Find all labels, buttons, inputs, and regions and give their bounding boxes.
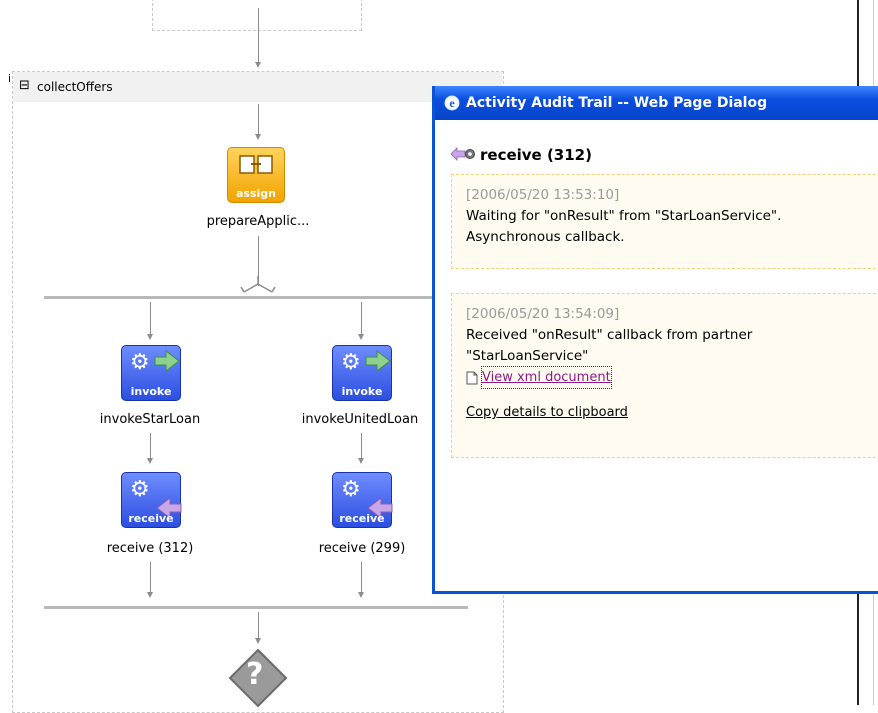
invoke-icon-label: invoke (341, 385, 383, 398)
assign-icon-label: assign (236, 187, 276, 200)
copy-details-link[interactable]: Copy details to clipboard (466, 405, 628, 420)
gear-icon: ⚙ (130, 350, 150, 375)
connector (361, 433, 362, 459)
invoke-activity-icon[interactable]: ⚙ invoke (121, 345, 181, 401)
entry-timestamp: [2006/05/20 13:53:10] (466, 187, 620, 203)
gear-icon: ⚙ (341, 350, 361, 375)
collapse-icon[interactable]: ⊟ (19, 79, 30, 92)
previous-activity-box (152, 0, 362, 31)
flow-split-bar (44, 296, 468, 299)
connector (361, 562, 362, 594)
receive-activity-icon[interactable]: ⚙ receive (121, 472, 182, 528)
dialog-titlebar[interactable]: e Activity Audit Trail -- Web Page Dialo… (435, 86, 878, 120)
entry-text: Received "onResult" callback from partne… (466, 327, 753, 343)
invoke-icon-label: invoke (130, 385, 172, 398)
dialog-heading: receive (312) (480, 146, 592, 164)
activity-label-invokeunitedloan[interactable]: invokeUnitedLoan (290, 412, 430, 427)
connector-arrow (255, 134, 261, 140)
connector-arrow (255, 62, 261, 68)
activity-label-invokestarloan[interactable]: invokeStarLoan (80, 412, 220, 427)
outbound-arrow-icon (365, 350, 391, 372)
connector (150, 302, 151, 335)
scope-title[interactable]: collectOffers (37, 80, 113, 94)
ie-icon: e (444, 95, 460, 111)
outbound-arrow-icon (154, 350, 180, 372)
activity-label-prepareapplication[interactable]: prepareApplic... (178, 214, 338, 229)
connector (150, 433, 151, 459)
activity-label-receive-312[interactable]: receive (312) (80, 541, 220, 556)
activity-label-receive-299[interactable]: receive (299) (292, 541, 432, 556)
flow-split-icon (240, 276, 276, 293)
assign-activity-icon[interactable]: assign (227, 147, 285, 203)
connector-arrow (147, 592, 153, 598)
scope-marker: i (8, 72, 12, 85)
connector (150, 562, 151, 594)
receive-icon-label: receive (128, 512, 174, 525)
entry-timestamp: [2006/05/20 13:54:09] (466, 306, 620, 322)
connector (258, 104, 259, 136)
connector-arrow (147, 458, 153, 464)
activity-audit-trail-dialog[interactable]: e Activity Audit Trail -- Web Page Dialo… (432, 86, 878, 594)
audit-entry: [2006/05/20 13:54:09] Received "onResult… (451, 293, 878, 458)
document-icon (466, 371, 478, 385)
gear-icon: ⚙ (341, 477, 361, 502)
receive-activity-icon[interactable]: ⚙ receive (332, 472, 393, 528)
connector (258, 8, 259, 64)
entry-text: Waiting for "onResult" from "StarLoanSer… (466, 208, 782, 224)
flow-join-bar (44, 606, 468, 609)
receive-icon-label: receive (339, 512, 385, 525)
view-xml-document-link[interactable]: View xml document (481, 366, 612, 389)
connector (361, 302, 362, 335)
entry-text: "StarLoanService" (466, 348, 589, 364)
connector-arrow (358, 458, 364, 464)
invoke-activity-icon[interactable]: ⚙ invoke (332, 345, 392, 401)
entry-text: Asynchronous callback. (466, 229, 625, 245)
connector-arrow (358, 592, 364, 598)
audit-entry: [2006/05/20 13:53:10] Waiting for "onRes… (451, 174, 878, 269)
svg-text:e: e (449, 96, 455, 110)
connector (258, 612, 259, 640)
connector-arrow (255, 638, 261, 644)
connector-arrow (147, 334, 153, 340)
question-mark-icon: ? (246, 657, 264, 692)
receive-small-icon (451, 147, 475, 161)
copy-icon (239, 155, 273, 174)
dialog-title: Activity Audit Trail -- Web Page Dialog (466, 95, 768, 111)
gear-icon: ⚙ (130, 477, 150, 502)
connector-arrow (358, 334, 364, 340)
